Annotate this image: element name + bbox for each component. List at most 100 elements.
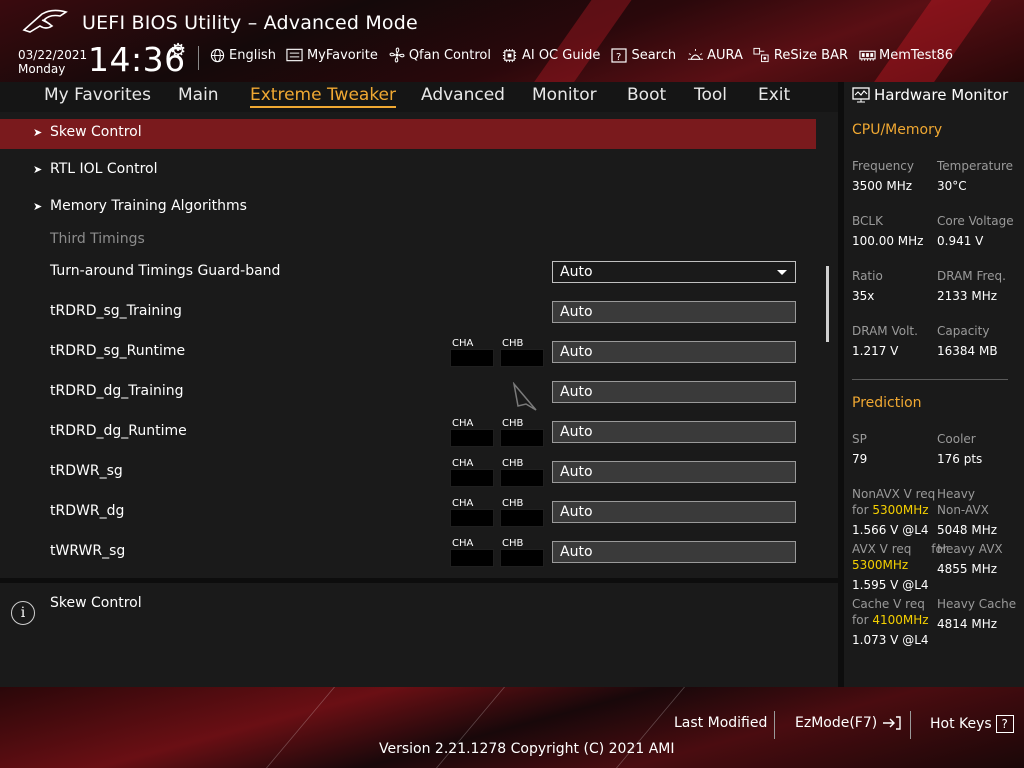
channel-b-value-box[interactable]: [500, 349, 544, 367]
cache-for-line: for 4100MHz: [852, 613, 929, 627]
tab-extreme-tweaker[interactable]: Extreme Tweaker: [250, 85, 397, 108]
tab-exit[interactable]: Exit: [758, 85, 790, 105]
nonavx-freq: 5300MHz: [872, 503, 929, 517]
toolbar-divider: [198, 46, 199, 70]
tab-advanced[interactable]: Advanced: [421, 85, 505, 105]
date-text: 03/22/2021: [18, 48, 88, 62]
channel-b-value-box[interactable]: [500, 549, 544, 567]
hardware-monitor-title: Hardware Monitor: [852, 86, 1008, 104]
toolbar: English MyFavorite Qfan Control AI OC Gu…: [208, 47, 963, 63]
channel-a-label: CHA: [452, 498, 474, 509]
field-value: Auto: [560, 464, 593, 480]
heavy-avx-value: 4855 MHz: [937, 562, 998, 576]
trdwr-sg-field[interactable]: Auto: [552, 461, 796, 483]
date-display: 03/22/2021 Monday: [18, 48, 87, 76]
toolbar-ai-oc-guide[interactable]: AI OC Guide: [501, 47, 600, 63]
gear-icon[interactable]: ⚙: [170, 40, 186, 61]
submenu-label: Skew Control: [50, 124, 142, 140]
channel-b-value-box[interactable]: [500, 429, 544, 447]
setting-label: tRDWR_dg: [50, 503, 125, 519]
frequency-value: 3500 MHz: [852, 179, 913, 193]
nonavx-vreq-label: NonAVX V req: [852, 487, 936, 501]
hardware-monitor-title-text: Hardware Monitor: [874, 86, 1009, 104]
trdrd-sg-training-field[interactable]: Auto: [552, 301, 796, 323]
channel-b-label: CHB: [502, 418, 524, 429]
for-text: for: [852, 503, 869, 517]
submenu-label: RTL IOL Control: [50, 161, 158, 177]
trdrd-dg-training-field[interactable]: Auto: [552, 381, 796, 403]
tab-main[interactable]: Main: [178, 85, 219, 105]
heavy-cache-value: 4814 MHz: [937, 617, 998, 631]
ezmode-button[interactable]: EzMode(F7): [795, 715, 902, 731]
trdwr-dg-field[interactable]: Auto: [552, 501, 796, 523]
question-key-icon: ?: [995, 715, 1014, 733]
field-value: Auto: [560, 504, 593, 520]
submenu-memory-training-algorithms[interactable]: ➤ Memory Training Algorithms: [0, 193, 816, 223]
main-nav: My Favorites Main Extreme Tweaker Advanc…: [0, 82, 838, 112]
toolbar-myfavorite-label: MyFavorite: [306, 47, 378, 63]
twrwr-sg-field[interactable]: Auto: [552, 541, 796, 563]
toolbar-myfavorite[interactable]: MyFavorite: [286, 47, 378, 63]
channel-b-value-box[interactable]: [500, 509, 544, 527]
tab-boot[interactable]: Boot: [627, 85, 666, 105]
bottom-decoration: [266, 687, 335, 768]
banner-decoration: [521, 0, 639, 82]
hot-keys-label: Hot Keys: [930, 716, 992, 732]
submenu-skew-control[interactable]: ➤ Skew Control: [0, 119, 816, 149]
tab-tool[interactable]: Tool: [694, 85, 727, 105]
toolbar-search[interactable]: ? Search: [610, 47, 676, 63]
hot-keys-button[interactable]: Hot Keys?: [930, 715, 1014, 733]
toolbar-qfan[interactable]: Qfan Control: [388, 47, 491, 63]
cooler-label: Cooler: [937, 432, 976, 446]
setting-label: tRDRD_dg_Runtime: [50, 423, 187, 439]
monitor-icon: [852, 87, 870, 103]
hw-separator: [852, 379, 1008, 380]
temperature-value: 30°C: [937, 179, 967, 193]
cpu-memory-section-title: CPU/Memory: [852, 122, 943, 138]
settings-list: ➤ Skew Control ➤ RTL IOL Control ➤ Memor…: [0, 112, 838, 578]
capacity-value: 16384 MB: [937, 344, 998, 358]
channel-a-value-box[interactable]: [450, 429, 494, 447]
submenu-label: Memory Training Algorithms: [50, 198, 247, 214]
memory-icon: [858, 47, 876, 63]
core-voltage-label: Core Voltage: [937, 214, 1014, 228]
trdrd-dg-runtime-field[interactable]: Auto: [552, 421, 796, 443]
channel-a-value-box[interactable]: [450, 549, 494, 567]
scrollbar-thumb[interactable]: [826, 266, 829, 342]
cooler-value: 176 pts: [937, 452, 983, 466]
dram-freq-value: 2133 MHz: [937, 289, 998, 303]
sp-label: SP: [852, 432, 867, 446]
toolbar-aura[interactable]: AURA: [686, 47, 743, 63]
trdrd-sg-runtime-field[interactable]: Auto: [552, 341, 796, 363]
turnaround-guardband-dropdown[interactable]: Auto: [552, 261, 796, 283]
dropdown-value: Auto: [560, 264, 593, 280]
channel-a-value-box[interactable]: [450, 469, 494, 487]
channel-b-value-box[interactable]: [500, 469, 544, 487]
dram-volt-label: DRAM Volt.: [852, 324, 918, 338]
channel-a-label: CHA: [452, 538, 474, 549]
channel-a-value-box[interactable]: [450, 349, 494, 367]
ezmode-label: EzMode(F7): [795, 715, 878, 731]
cache-vreq-label: Cache V req: [852, 597, 925, 611]
tab-my-favorites[interactable]: My Favorites: [44, 85, 151, 105]
top-banner: UEFI BIOS Utility – Advanced Mode 03/22/…: [0, 0, 1024, 82]
footer-divider: [910, 711, 911, 739]
submenu-rtl-iol-control[interactable]: ➤ RTL IOL Control: [0, 156, 816, 186]
tab-monitor[interactable]: Monitor: [532, 85, 597, 105]
toolbar-qfan-label: Qfan Control: [408, 47, 491, 63]
toolbar-memtest86[interactable]: MemTest86: [858, 47, 953, 63]
toolbar-english[interactable]: English: [208, 47, 276, 63]
field-value: Auto: [560, 304, 593, 320]
for-text: for: [852, 613, 869, 627]
toolbar-resize-bar[interactable]: ReSize BAR: [753, 47, 848, 63]
dram-volt-value: 1.217 V: [852, 344, 899, 358]
channel-a-label: CHA: [452, 338, 474, 349]
channel-a-value-box[interactable]: [450, 509, 494, 527]
fan-icon: [388, 47, 406, 63]
dram-freq-label: DRAM Freq.: [937, 269, 1006, 283]
chevron-right-icon: ➤: [33, 126, 43, 139]
mouse-cursor-icon: [512, 382, 537, 411]
frequency-label: Frequency: [852, 159, 914, 173]
last-modified-button[interactable]: Last Modified: [674, 715, 767, 731]
rog-logo: [22, 9, 68, 33]
